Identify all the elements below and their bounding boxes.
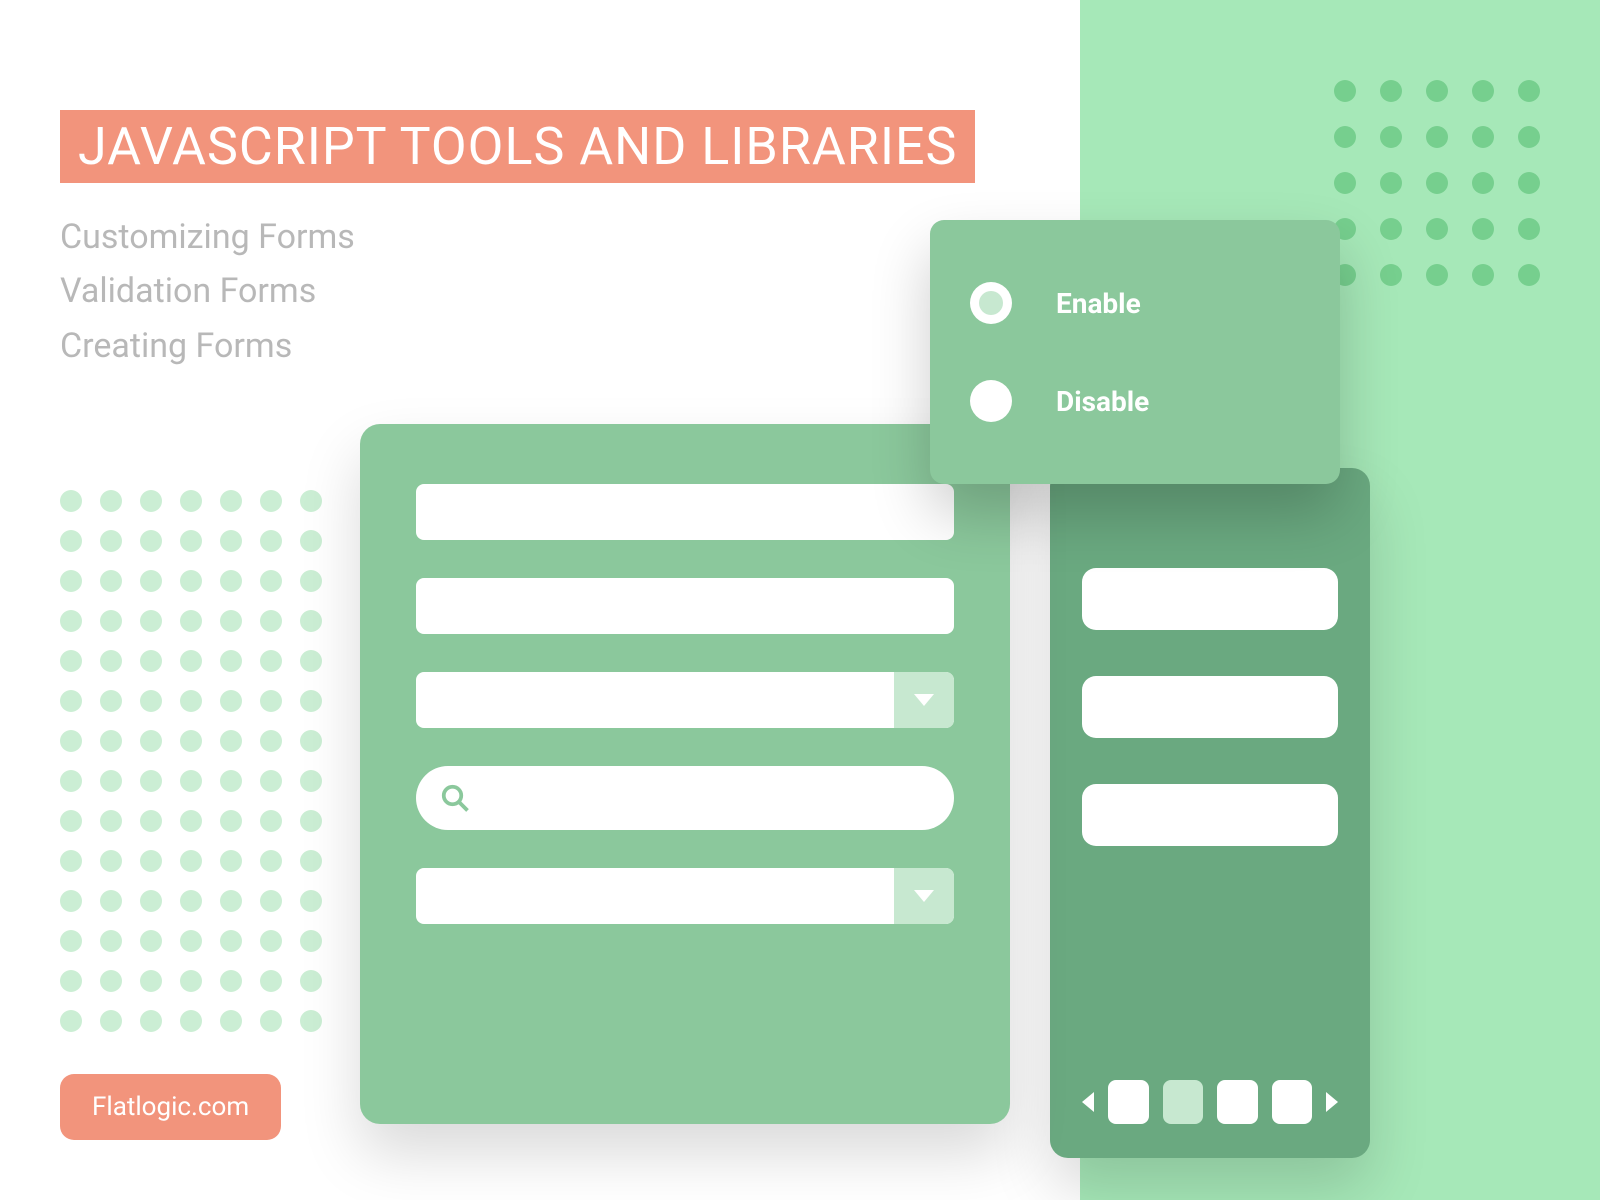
dropdown-1[interactable] (416, 672, 954, 728)
brand-badge[interactable]: Flatlogic.com (60, 1074, 281, 1140)
dot-grid-left (60, 490, 322, 1032)
pager-page-1[interactable] (1108, 1080, 1149, 1124)
dropdown-2[interactable] (416, 868, 954, 924)
side-input-3[interactable] (1082, 784, 1338, 846)
dropdown-toggle[interactable] (894, 672, 954, 728)
radio-panel: Enable Disable (930, 220, 1340, 484)
side-panel (1050, 468, 1370, 1158)
subtitle-item: Creating Forms (60, 319, 355, 373)
pager (1082, 1080, 1338, 1124)
pager-page-2[interactable] (1163, 1080, 1204, 1124)
dot-grid-top-right (1334, 80, 1540, 286)
subtitle-item: Validation Forms (60, 264, 355, 318)
page-title: JAVASCRIPT TOOLS AND LIBRARIES (60, 110, 975, 183)
radio-option-disable[interactable]: Disable (970, 380, 1300, 422)
text-input-2[interactable] (416, 578, 954, 634)
dropdown-toggle[interactable] (894, 868, 954, 924)
main-form-panel (360, 424, 1010, 1124)
side-input-2[interactable] (1082, 676, 1338, 738)
subtitle-list: Customizing Forms Validation Forms Creat… (60, 210, 355, 373)
text-input-1[interactable] (416, 484, 954, 540)
chevron-down-icon (914, 890, 934, 902)
chevron-down-icon (914, 694, 934, 706)
radio-label: Disable (1056, 385, 1149, 418)
radio-label: Enable (1056, 287, 1141, 320)
pager-next-icon[interactable] (1326, 1092, 1338, 1112)
radio-option-enable[interactable]: Enable (970, 282, 1300, 324)
pager-prev-icon[interactable] (1082, 1092, 1094, 1112)
search-icon (440, 783, 470, 813)
search-input[interactable] (416, 766, 954, 830)
radio-icon (970, 282, 1012, 324)
side-input-1[interactable] (1082, 568, 1338, 630)
pager-page-4[interactable] (1272, 1080, 1313, 1124)
subtitle-item: Customizing Forms (60, 210, 355, 264)
radio-icon (970, 380, 1012, 422)
pager-page-3[interactable] (1217, 1080, 1258, 1124)
